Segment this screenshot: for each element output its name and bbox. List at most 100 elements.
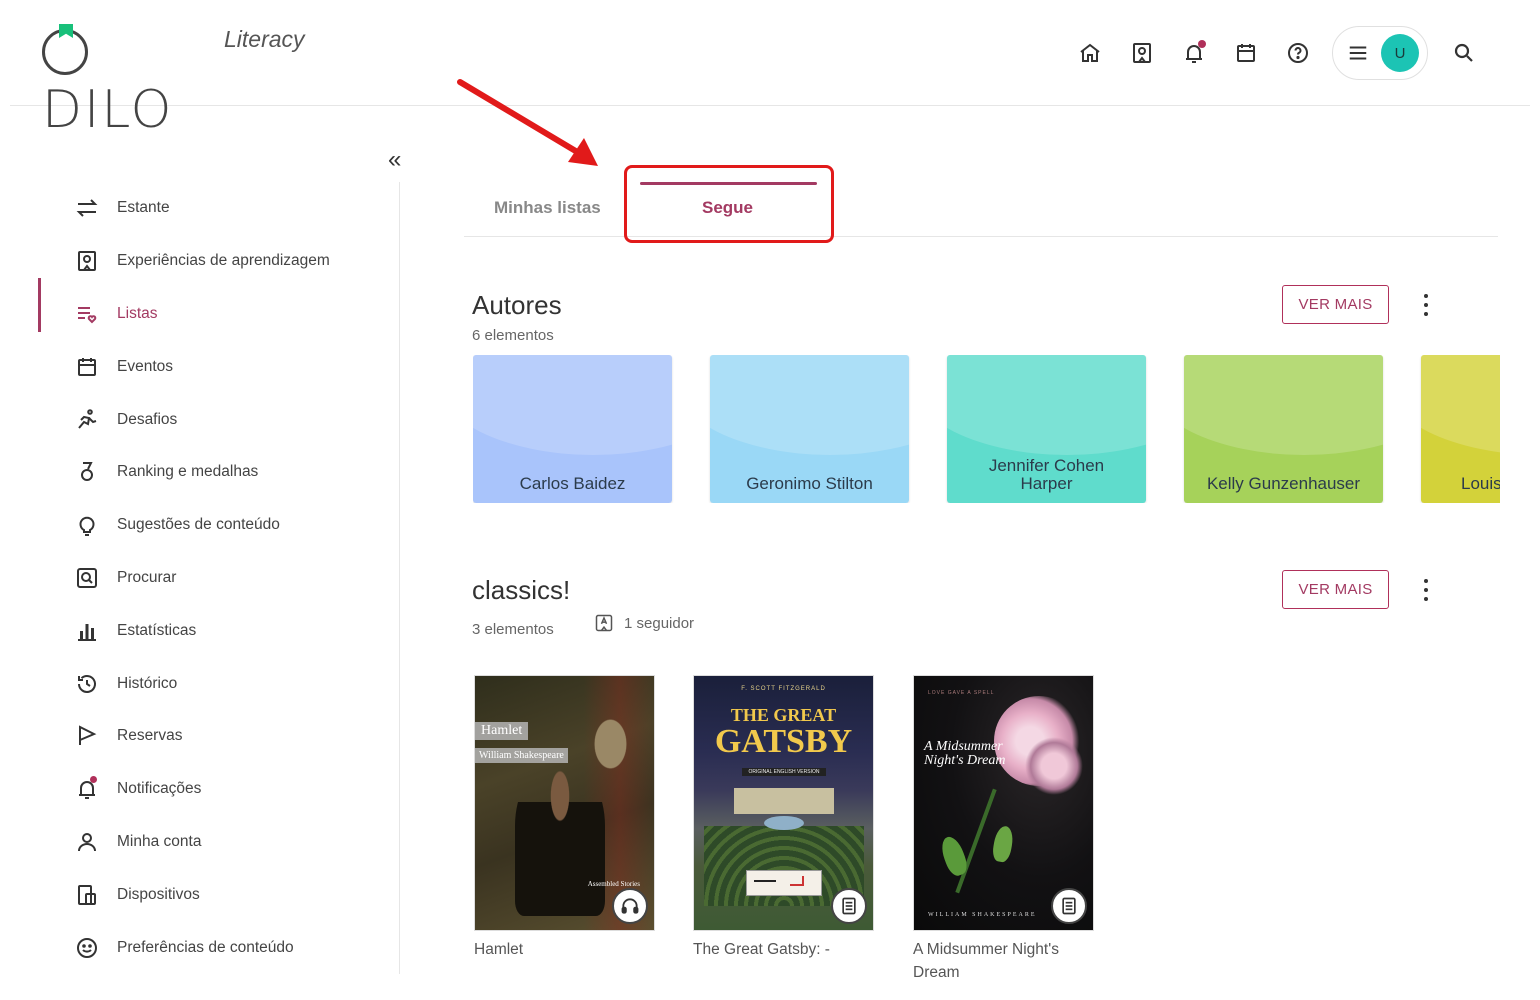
brand-name: DILO (42, 80, 174, 140)
book-cover-hamlet[interactable]: Hamlet William Shakespeare Assembled Sto… (474, 675, 655, 931)
cover-author: WILLIAM SHAKESPEARE (928, 912, 1037, 918)
avatar: U (1381, 34, 1419, 72)
learning-icon[interactable] (1129, 40, 1155, 66)
sidebar-item-label: Histórico (117, 675, 178, 692)
notification-dot (1198, 40, 1206, 48)
header-toolbar: U (1064, 26, 1490, 80)
search-icon[interactable] (1451, 40, 1477, 66)
sidebar-item-historico[interactable]: Histórico (0, 664, 398, 704)
sidebar-item-reservas[interactable]: Reservas (0, 716, 398, 756)
author-name: Geronimo Stilton (746, 474, 873, 493)
author-card[interactable]: Kelly Gunzenhauser (1184, 355, 1383, 503)
smile-icon (74, 935, 100, 961)
sidebar-item-desafios[interactable]: Desafios (0, 400, 398, 440)
user-icon (74, 829, 100, 855)
author-card[interactable]: Jennifer Cohen Harper (947, 355, 1146, 503)
author-carousel: Carlos Baidez Geronimo Stilton Jennifer … (473, 355, 1500, 503)
history-icon (74, 671, 100, 697)
help-icon[interactable] (1285, 40, 1311, 66)
sidebar-item-label: Sugestões de conteúdo (117, 516, 280, 533)
sidebar-item-estatisticas[interactable]: Estatísticas (0, 611, 398, 651)
followers-count: 1 seguidor (624, 614, 695, 632)
ver-mais-button-classics[interactable]: VER MAIS (1282, 570, 1389, 609)
menu-icon (1349, 46, 1367, 60)
sidebar-item-sugestoes[interactable]: Sugestões de conteúdo (0, 505, 398, 545)
list-heart-icon (74, 301, 100, 327)
author-name: Carlos Baidez (519, 474, 626, 493)
calendar-icon (74, 354, 100, 380)
sidebar-item-label: Experiências de aprendizagem (117, 252, 330, 269)
swap-arrows-icon (74, 195, 100, 221)
bar-chart-icon (74, 618, 100, 644)
cover-tagline: LOVE GAVE A SPELL (928, 690, 995, 696)
cover-note: Assembled Stories (587, 880, 640, 888)
sidebar-item-label: Preferências de conteúdo (117, 939, 294, 956)
cover-title: A Midsummer Night's Dream (924, 739, 1006, 768)
section-title-autores: Autores (472, 290, 562, 320)
bell-icon (74, 776, 100, 802)
cover-note: ORIGINAL ENGLISH VERSION (742, 768, 826, 776)
author-name: Kelly Gunzenhauser (1206, 474, 1361, 493)
sidebar-item-label: Desafios (117, 411, 178, 428)
sidebar-item-minha-conta[interactable]: Minha conta (0, 822, 398, 862)
book-cover-midsummer[interactable]: LOVE GAVE A SPELL A Midsummer Night's Dr… (913, 675, 1094, 931)
book-cover-great-gatsby[interactable]: F. SCOTT FITZGERALD THE GREAT GATSBY ORI… (693, 675, 874, 931)
author-card[interactable]: Carlos Baidez (473, 355, 672, 503)
medal-icon (74, 459, 100, 485)
sidebar-item-notificacoes[interactable]: Notificações (0, 769, 398, 809)
sidebar-item-label: Eventos (117, 358, 174, 375)
sidebar-item-label: Reservas (117, 727, 183, 744)
tab-bar: Minhas listas Segue (464, 168, 1498, 237)
sidebar-item-listas[interactable]: Listas (0, 278, 398, 334)
annotation-arrow (457, 79, 598, 166)
sidebar-item-label: Listas (117, 305, 158, 322)
cover-title-line2: GATSBY (714, 723, 853, 760)
sidebar-item-eventos[interactable]: Eventos (0, 347, 398, 387)
user-menu-button[interactable]: U (1332, 26, 1428, 80)
sidebar-item-label: Procurar (117, 569, 177, 586)
author-name: Louis (1461, 474, 1500, 493)
author-name: Jennifer Cohen Harper (988, 456, 1105, 493)
follower-icon (595, 614, 613, 632)
sidebar-item-estante[interactable]: Estante (0, 188, 398, 228)
sidebar-item-label: Minha conta (117, 833, 202, 850)
more-options-icon[interactable] (1416, 577, 1436, 603)
book-title[interactable]: Hamlet (474, 938, 654, 961)
ver-mais-button-autores[interactable]: VER MAIS (1282, 285, 1389, 324)
cover-author: F. SCOTT FITZGERALD (741, 686, 826, 692)
author-card[interactable]: Louis (1421, 355, 1500, 503)
ebook-icon (1051, 888, 1087, 924)
book-title[interactable]: The Great Gatsby: - (693, 938, 873, 961)
lightbulb-icon (74, 512, 100, 538)
sidebar-item-experiencias[interactable]: Experiências de aprendizagem (0, 241, 398, 281)
annotation-highlight-box (624, 165, 834, 243)
section-count-autores: 6 elementos (472, 327, 554, 344)
flag-icon (74, 723, 100, 749)
book-title[interactable]: A Midsummer Night's Dream (913, 938, 1093, 984)
runner-icon (74, 407, 100, 433)
sidebar-item-ranking[interactable]: Ranking e medalhas (0, 452, 398, 492)
top-header: DILO Literacy U (10, 0, 1530, 138)
headphones-icon (612, 888, 648, 924)
collapse-sidebar-button[interactable]: « (388, 148, 410, 174)
learning-icon (74, 248, 100, 274)
sidebar-item-label: Dispositivos (117, 886, 200, 903)
sidebar-item-preferencias[interactable]: Preferências de conteúdo (0, 928, 398, 968)
section-count-classics: 3 elementos (472, 621, 554, 638)
brand-product: Literacy (224, 26, 305, 52)
calendar-icon[interactable] (1233, 40, 1259, 66)
cover-author: William Shakespeare (475, 748, 568, 763)
tab-minhas-listas[interactable]: Minhas listas (494, 198, 601, 228)
home-icon[interactable] (1077, 40, 1103, 66)
section-title-classics: classics! (472, 575, 571, 605)
author-card[interactable]: Geronimo Stilton (710, 355, 909, 503)
bell-icon[interactable] (1181, 40, 1207, 66)
sidebar-item-label: Ranking e medalhas (117, 463, 259, 480)
sidebar-item-procurar[interactable]: Procurar (0, 558, 398, 598)
sidebar-nav: Estante Experiências de aprendizagem Lis… (0, 182, 400, 974)
followers-info: 1 seguidor (594, 613, 694, 633)
devices-icon (74, 882, 100, 908)
sidebar-item-label: Estante (117, 199, 170, 216)
sidebar-item-dispositivos[interactable]: Dispositivos (0, 875, 398, 915)
more-options-icon[interactable] (1416, 292, 1436, 318)
